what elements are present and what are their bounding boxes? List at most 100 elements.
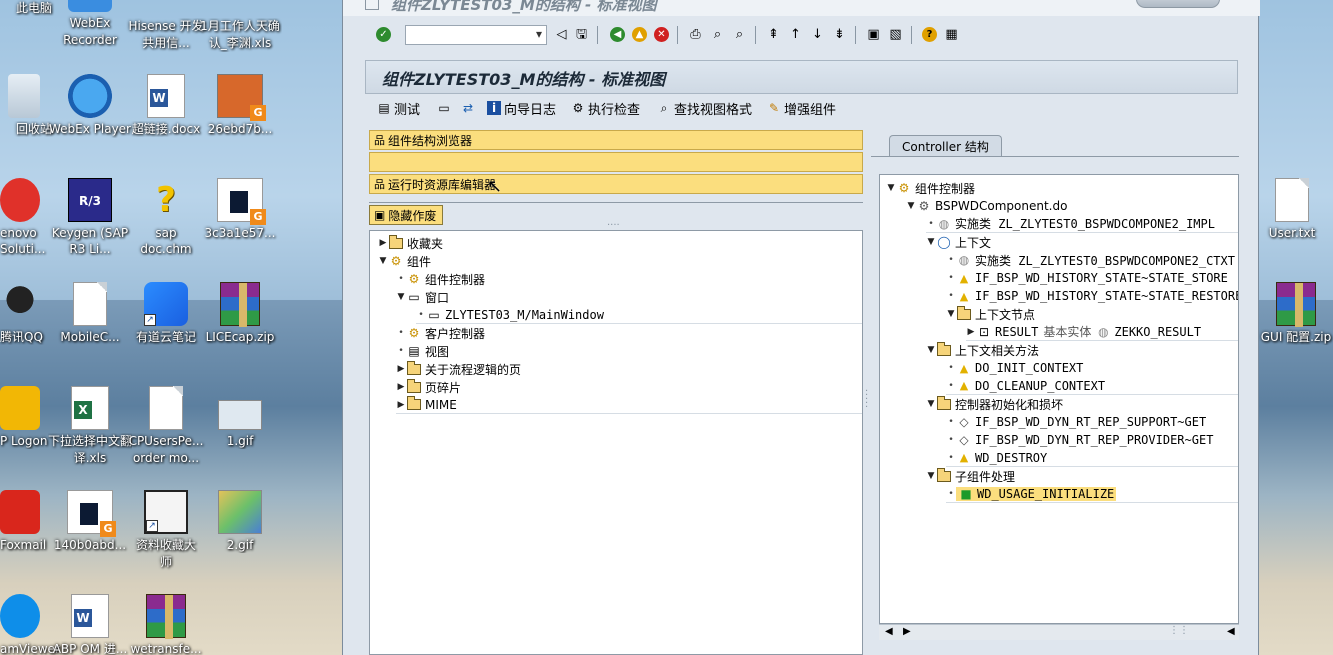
desktop-icon-sap-doc-chm[interactable]: ? sap doc.chm bbox=[124, 178, 208, 257]
tree-node-context[interactable]: ▼ ◯ 上下文 bbox=[926, 233, 991, 251]
desktop-icon-140b0abd[interactable]: G 140b0abd... bbox=[48, 490, 132, 553]
desktop-icon-26ebd7b[interactable]: G 26ebd7b... bbox=[198, 74, 282, 137]
tree-node-result[interactable]: ▶ ⊡ RESULT 基本实体 ◍ ZEKKO_RESULT bbox=[966, 323, 1238, 341]
expand-arrow-icon[interactable]: ▶ bbox=[396, 382, 406, 392]
navigation-button[interactable]: ⇄ bbox=[461, 99, 478, 117]
desktop-icon-xls-translate[interactable]: 下拉选择中文翻译.xls bbox=[48, 386, 132, 467]
collapse-arrow-icon[interactable]: ▼ bbox=[906, 201, 916, 211]
enhance-component-button[interactable]: ✎ 增强组件 bbox=[767, 99, 836, 118]
tree-node-subcomponent-handling[interactable]: ▼ 子组件处理 bbox=[926, 467, 1015, 485]
desktop-icon-3c3a1e57[interactable]: G 3c3a1e57... bbox=[198, 178, 282, 241]
tree-node-ctxt-class[interactable]: • ◍ 实施类 ZL_ZLYTEST0_BSPWDCOMPONE2_CTXT bbox=[946, 251, 1235, 269]
first-page-icon[interactable]: ⇞ bbox=[765, 26, 782, 43]
desktop-icon-collection-master[interactable]: ↗ 资料收藏大师 bbox=[124, 490, 208, 571]
desktop-icon-webex-player[interactable]: WebEx Player bbox=[48, 74, 132, 138]
tree-node-page-fragments[interactable]: ▶ 页碎片 bbox=[396, 378, 461, 396]
tab-controller-structure[interactable]: Controller 结构 bbox=[889, 135, 1002, 157]
tree-node-wd-destroy[interactable]: • ▲ WD_DESTROY bbox=[946, 449, 1238, 467]
tree-node-custom-controller[interactable]: • ⚙ 客户控制器 bbox=[396, 324, 485, 342]
tree-node-mime[interactable]: ▶ MIME bbox=[396, 396, 862, 414]
expand-arrow-icon[interactable]: ▶ bbox=[966, 327, 976, 337]
desktop-icon-mobilec[interactable]: MobileC... bbox=[48, 282, 132, 345]
collapse-arrow-icon[interactable]: ▼ bbox=[926, 399, 936, 409]
tree-node-favorites[interactable]: ▶ 收藏夹 bbox=[378, 234, 443, 252]
new-session-icon[interactable]: ▣ bbox=[865, 26, 882, 43]
help-icon[interactable]: ? bbox=[921, 26, 938, 43]
tree-node-dyn-rt-rep-support[interactable]: • ◇ IF_BSP_WD_DYN_RT_REP_SUPPORT~GET bbox=[946, 413, 1206, 431]
tree-node-wd-usage-initialize[interactable]: • ■ WD_USAGE_INITIALIZE bbox=[946, 485, 1238, 503]
find-icon[interactable]: ⌕ bbox=[709, 26, 726, 43]
collapse-arrow-icon[interactable]: ▼ bbox=[926, 237, 936, 247]
tree-node-flow-logic-pages[interactable]: ▶ 关于流程逻辑的页 bbox=[396, 360, 521, 378]
previous-page-icon[interactable]: ↑ bbox=[787, 26, 804, 43]
desktop-icon-gui-config-zip[interactable]: GUI 配置.zip bbox=[1254, 282, 1333, 345]
cancel-icon[interactable]: ✕ bbox=[653, 26, 670, 43]
desktop-icon-2-gif[interactable]: 2.gif bbox=[198, 490, 282, 553]
tree-node-context-nodes[interactable]: ▼ 上下文节点 bbox=[946, 305, 1035, 323]
exit-icon[interactable]: ▲ bbox=[631, 26, 648, 43]
collapse-arrow-icon[interactable]: ▼ bbox=[926, 345, 936, 355]
tree-node-controller-init-destroy[interactable]: ▼ 控制器初始化和损坏 bbox=[926, 395, 1063, 413]
window-menu-icon[interactable] bbox=[365, 0, 379, 10]
enter-checkmark-icon[interactable]: ✓ bbox=[375, 26, 392, 43]
desktop-icon-youdao-note[interactable]: ↗ 有道云笔记 bbox=[124, 282, 208, 345]
find-next-icon[interactable]: ⌕ bbox=[731, 26, 748, 43]
next-page-icon[interactable]: ↓ bbox=[809, 26, 826, 43]
scroll-left-icon[interactable]: ◀ bbox=[885, 626, 893, 637]
desktop-icon-abp-om[interactable]: ABP OM 进... bbox=[48, 594, 132, 655]
tree-node-bspwdcomponent[interactable]: ▼ ⚙ BSPWDComponent.do bbox=[906, 197, 1068, 215]
tree-node-component[interactable]: ▼ ⚙ 组件 bbox=[378, 252, 431, 270]
collapse-arrow-icon[interactable]: ▼ bbox=[886, 183, 896, 193]
desktop-icon-wetransfer[interactable]: wetransfe... bbox=[124, 594, 208, 655]
collapse-arrow-icon[interactable]: ▼ bbox=[378, 256, 388, 266]
tree-node-component-controller[interactable]: ▼ ⚙ 组件控制器 bbox=[886, 179, 975, 197]
desktop-icon-user-txt[interactable]: User.txt bbox=[1250, 178, 1333, 241]
expand-arrow-icon[interactable]: ▶ bbox=[396, 364, 406, 374]
find-view-format-button[interactable]: ⌕ 查找视图格式 bbox=[657, 99, 752, 118]
history-back-icon[interactable]: ◁ bbox=[553, 26, 570, 43]
desktop-icon-licecap-zip[interactable]: LICEcap.zip bbox=[198, 282, 282, 345]
desktop-icon-cpusers[interactable]: CPUsersPe... order mo... bbox=[124, 386, 208, 467]
tree-node-context-methods[interactable]: ▼ 上下文相关方法 bbox=[926, 341, 1039, 359]
print-icon[interactable]: ⎙ bbox=[687, 26, 704, 43]
tree-node-views[interactable]: • ▤ 视图 bbox=[396, 342, 449, 360]
desktop-icon-hisense[interactable]: Hisense 开发共用信... bbox=[124, 0, 208, 52]
component-structure-browser-header[interactable]: 品 组件结构浏览器 bbox=[369, 130, 863, 150]
tree-node-windows[interactable]: ▼ ▭ 窗口 bbox=[396, 288, 449, 306]
desktop-icon-workday-xls[interactable]: 1月工作人天确认_李渊.xls bbox=[198, 0, 282, 52]
hide-obsolete-button[interactable]: ▣ 隐藏作废 bbox=[369, 205, 444, 225]
shortcut-icon[interactable]: ▧ bbox=[887, 26, 904, 43]
scroll-end-icon[interactable]: ◀ bbox=[1227, 626, 1235, 637]
desktop-icon-1-gif[interactable]: 1.gif bbox=[198, 386, 282, 449]
tree-node-do-cleanup-context[interactable]: • ▲ DO_CLEANUP_CONTEXT bbox=[946, 377, 1238, 395]
tree-node-state-store[interactable]: • ▲ IF_BSP_WD_HISTORY_STATE~STATE_STORE bbox=[946, 269, 1228, 287]
horizontal-scrollbar[interactable]: ◀ ▶ ⋮⋮ ◀ bbox=[879, 624, 1239, 640]
scroll-right-icon[interactable]: ▶ bbox=[903, 626, 911, 637]
tree-node-component-controller[interactable]: • ⚙ 组件控制器 bbox=[396, 270, 485, 288]
tree-node-dyn-rt-rep-provider[interactable]: • ◇ IF_BSP_WD_DYN_RT_REP_PROVIDER~GET bbox=[946, 431, 1213, 449]
test-button[interactable]: ▤ 测试 bbox=[377, 99, 420, 118]
collapse-arrow-icon[interactable]: ▼ bbox=[946, 309, 956, 319]
desktop-icon-hyperlink-docx[interactable]: 超链接.docx bbox=[124, 74, 208, 137]
tree-node-main-window[interactable]: • ▭ ZLYTEST03_M/MainWindow bbox=[416, 306, 862, 324]
collapse-arrow-icon[interactable]: ▼ bbox=[396, 292, 406, 302]
save-icon[interactable]: 🖫 bbox=[573, 26, 590, 43]
last-page-icon[interactable]: ⇟ bbox=[831, 26, 848, 43]
back-icon[interactable]: ◀ bbox=[609, 26, 626, 43]
collapse-arrow-icon[interactable]: ▼ bbox=[926, 471, 936, 481]
layout-menu-icon[interactable]: ▦ bbox=[943, 26, 960, 43]
run-check-button[interactable]: ⚙ 执行检查 bbox=[571, 99, 640, 118]
tree-node-impl-class[interactable]: • ◍ 实施类 ZL_ZLYTEST0_BSPWDCOMPONE2_IMPL bbox=[926, 215, 1238, 233]
vertical-splitter-handle[interactable]: · · · · · bbox=[865, 387, 869, 413]
command-field[interactable] bbox=[405, 25, 547, 45]
desktop-icon-keygen[interactable]: R/3 Keygen (SAP R3 Li... bbox=[48, 178, 132, 257]
tree-node-state-restore[interactable]: • ▲ IF_BSP_WD_HISTORY_STATE~STATE_RESTOR… bbox=[946, 287, 1238, 305]
display-object-list-button[interactable]: ▭ bbox=[437, 99, 454, 117]
expand-arrow-icon[interactable]: ▶ bbox=[396, 400, 406, 410]
runtime-repository-editor-header[interactable]: 品 运行时资源库编辑器 bbox=[369, 174, 863, 194]
desktop-icon-webex-recorder[interactable]: WebEx Recorder bbox=[48, 0, 132, 49]
wizard-log-button[interactable]: i 向导日志 bbox=[487, 99, 556, 118]
tree-node-do-init-context[interactable]: • ▲ DO_INIT_CONTEXT bbox=[946, 359, 1083, 377]
expand-arrow-icon[interactable]: ▶ bbox=[378, 238, 388, 248]
pane-splitter-handle[interactable]: ···· bbox=[607, 221, 627, 231]
